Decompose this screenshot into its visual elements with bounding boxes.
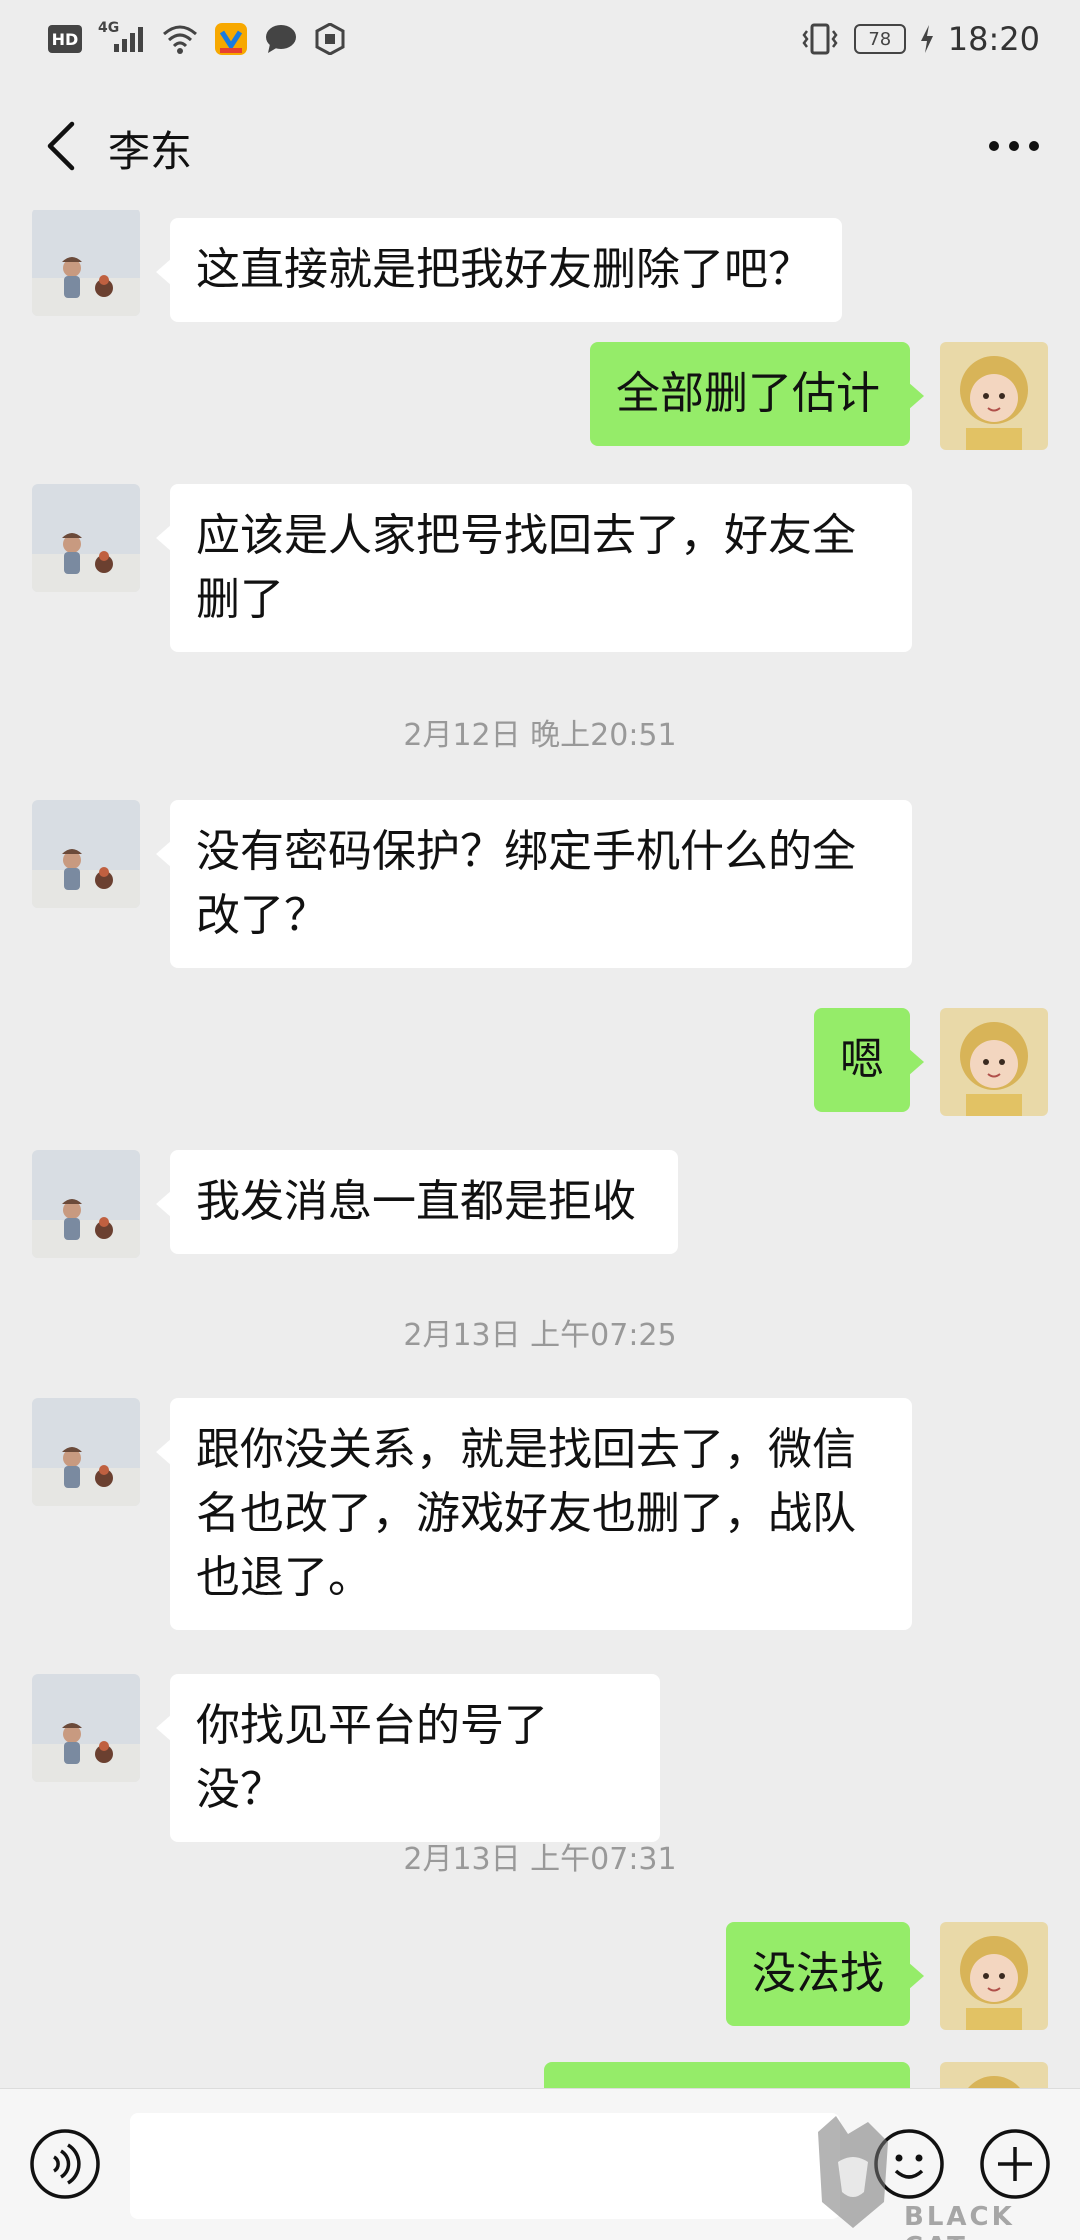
chat-screen: HD 4G 78 18:20 李东 这直接就是把我好友删除了吧？ 全部删了估计 …	[0, 0, 1080, 2240]
back-arrow-icon[interactable]	[34, 116, 94, 176]
nav-bar: 李东	[0, 82, 1080, 210]
contact-avatar[interactable]	[32, 210, 140, 316]
clock: 18:20	[947, 20, 1040, 58]
signal-icon: 4G	[98, 20, 146, 54]
incoming-message-bubble[interactable]: 我发消息一直都是拒收	[156, 1150, 678, 1254]
contact-avatar[interactable]	[32, 1398, 140, 1506]
security-notification-icon	[315, 23, 345, 55]
vibrate-icon	[802, 23, 838, 55]
incoming-message-bubble[interactable]: 你找见平台的号了没？	[156, 1674, 660, 1842]
incoming-message-bubble[interactable]: 没有密码保护？绑定手机什么的全改了？	[156, 800, 912, 968]
user-avatar[interactable]	[940, 342, 1048, 450]
emoji-icon[interactable]	[872, 2127, 946, 2201]
outgoing-message-bubble[interactable]: 嗯	[814, 1008, 924, 1112]
message-timestamp: 2月13日 上午07:25	[403, 1318, 677, 1353]
incoming-message-bubble[interactable]: 这直接就是把我好友删除了吧？	[156, 218, 842, 322]
contact-avatar[interactable]	[32, 800, 140, 908]
message-input[interactable]	[130, 2113, 840, 2219]
contact-avatar[interactable]	[32, 1674, 140, 1782]
charging-icon	[920, 25, 933, 53]
message-timestamp: 2月13日 上午07:31	[403, 1842, 677, 1877]
incoming-message-bubble[interactable]: 应该是人家把号找回去了，好友全删了	[156, 484, 912, 652]
battery-indicator: 78	[853, 24, 906, 54]
outgoing-message-bubble[interactable]: 全部删了估计	[590, 342, 924, 446]
hd-badge: HD	[48, 25, 82, 53]
message-list[interactable]: 这直接就是把我好友删除了吧？ 全部删了估计 应该是人家把号找回去了，好友全删了 …	[0, 210, 1080, 2088]
status-bar: HD 4G 78 18:20	[0, 0, 1080, 82]
user-avatar[interactable]	[940, 2062, 1048, 2088]
message-timestamp: 2月12日 晚上20:51	[403, 718, 677, 753]
contact-avatar[interactable]	[32, 1150, 140, 1258]
chat-title: 李东	[108, 127, 193, 176]
app-notification-icon	[215, 23, 247, 55]
message-notification-icon	[266, 25, 296, 53]
outgoing-message-bubble-partial[interactable]	[544, 2062, 910, 2088]
wifi-icon	[163, 25, 197, 54]
outgoing-message-bubble[interactable]: 没法找	[726, 1922, 924, 2026]
user-avatar[interactable]	[940, 1008, 1048, 1116]
contact-avatar[interactable]	[32, 484, 140, 592]
voice-input-icon[interactable]	[28, 2127, 102, 2201]
input-bar	[0, 2088, 1080, 2240]
user-avatar[interactable]	[940, 1922, 1048, 2030]
more-options-icon[interactable]	[982, 116, 1046, 176]
incoming-message-bubble[interactable]: 跟你没关系，就是找回去了，微信名也改了，游戏好友也删了，战队也退了。	[156, 1398, 912, 1630]
plus-icon[interactable]	[978, 2127, 1052, 2201]
